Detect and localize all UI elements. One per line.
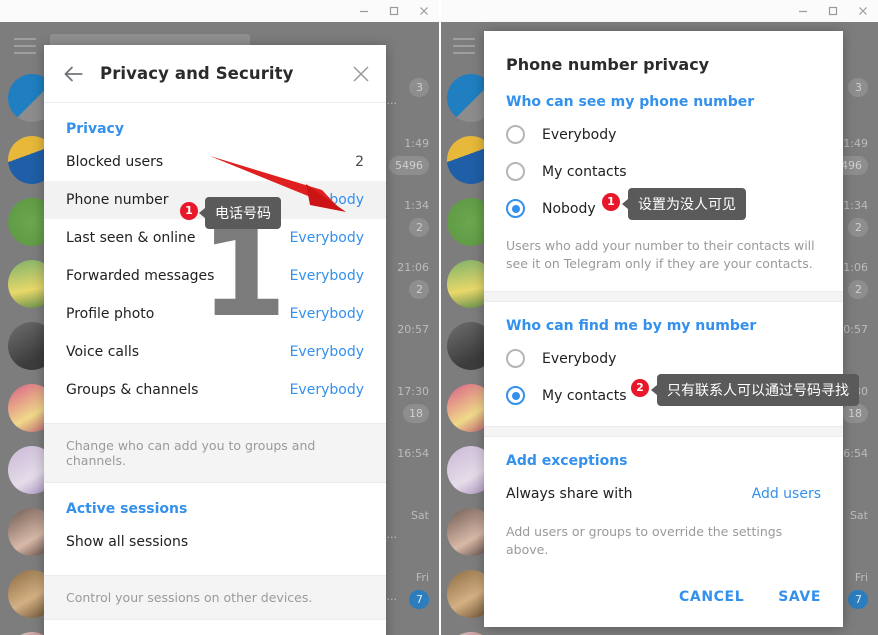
privacy-row-groups-channels[interactable]: Groups & channels Everybody <box>44 371 386 409</box>
privacy-and-security-dialog: Privacy and Security Privacy Blocked use… <box>44 45 386 635</box>
dialog-body: Privacy Blocked users 2 Phone number Nobody… <box>44 103 386 620</box>
row-value[interactable]: Everybody <box>290 306 364 322</box>
maximize-icon[interactable] <box>818 0 848 22</box>
unread-badge: 18 <box>403 404 429 423</box>
privacy-row-blocked-users[interactable]: Blocked users 2 <box>44 143 386 181</box>
add-users-link[interactable]: Add users <box>752 486 821 502</box>
row-label: Profile photo <box>66 306 155 322</box>
row-label: Forwarded messages <box>66 268 215 284</box>
row-value[interactable]: 2 <box>355 154 364 170</box>
dialog-footer-buttons: CANCEL SAVE <box>675 583 825 611</box>
row-show-all-sessions[interactable]: Show all sessions <box>44 523 386 561</box>
list-item[interactable]: Fri <box>439 626 878 635</box>
section-heading-active-sessions[interactable]: Active sessions <box>44 483 386 523</box>
titlebar-left <box>0 0 439 22</box>
who-can-find-radio-group[interactable]: Everybody My contacts <box>484 340 843 414</box>
dialog-title: Phone number privacy <box>506 55 710 74</box>
row-value[interactable]: Everybody <box>290 268 364 284</box>
row-label: Last seen & online <box>66 230 196 246</box>
unread-badge: 5496 <box>389 156 429 175</box>
unread-badge: 2 <box>848 218 868 237</box>
unread-badge: 18 <box>842 404 868 423</box>
hamburger-menu-icon[interactable] <box>453 38 475 54</box>
chat-snippet: ... <box>386 590 398 603</box>
row-label: Show all sessions <box>66 534 189 550</box>
telegram-window-right: 3e...1:4954961:34221:06220:5717:301816:5… <box>439 0 878 635</box>
section-heading-who-can-find: Who can find me by my number <box>506 318 757 334</box>
radio-option-my-contacts[interactable]: My contacts <box>484 153 843 190</box>
sessions-info-text: Control your sessions on other devices. <box>44 575 386 620</box>
hamburger-menu-icon[interactable] <box>14 38 36 54</box>
privacy-row-last-seen-online[interactable]: Last seen & online Everybody <box>44 219 386 257</box>
page-title: Privacy and Security <box>100 64 294 83</box>
radio-button-icon[interactable] <box>506 162 525 181</box>
section-divider-2 <box>484 426 843 437</box>
groups-info-text: Change who can add you to groups and cha… <box>44 423 386 483</box>
exceptions-help-text: Add users or groups to override the sett… <box>506 524 783 557</box>
privacy-settings-list: Blocked users 2 Phone number Nobody Last see… <box>44 143 386 409</box>
radio-button-icon[interactable] <box>506 386 525 405</box>
privacy-row-phone-number[interactable]: Phone number Nobody <box>44 181 386 219</box>
privacy-row-profile-photo[interactable]: Profile photo Everybody <box>44 295 386 333</box>
maximize-icon[interactable] <box>379 0 409 22</box>
radio-button-icon[interactable] <box>506 125 525 144</box>
section-heading-add-exceptions: Add exceptions <box>506 453 628 469</box>
back-arrow-icon[interactable] <box>60 61 86 87</box>
section-divider <box>484 291 843 302</box>
radio-button-icon[interactable] <box>506 349 525 368</box>
unread-badge: 2 <box>848 280 868 299</box>
telegram-window-left: 3 e... 1:49 5496 1:34 2 21:06 2 20:57 17:30 18 16:5… <box>0 0 439 635</box>
radio-option-my-contacts[interactable]: My contacts <box>484 377 843 414</box>
row-label: Blocked users <box>66 154 164 170</box>
titlebar-right <box>439 0 878 22</box>
radio-button-icon[interactable] <box>506 199 525 218</box>
phone-number-privacy-dialog: Phone number privacy Who can see my phon… <box>484 31 843 627</box>
minimize-icon[interactable] <box>349 0 379 22</box>
radio-option-nobody[interactable]: Nobody <box>484 190 843 227</box>
radio-option-everybody[interactable]: Everybody <box>484 340 843 377</box>
who-can-see-radio-group[interactable]: Everybody My contacts Nobody <box>484 116 843 227</box>
row-value[interactable]: Everybody <box>290 230 364 246</box>
screenshot-root: 3 e... 1:49 5496 1:34 2 21:06 2 20:57 17:30 18 16:5… <box>0 0 878 635</box>
row-label: Groups & channels <box>66 382 199 398</box>
close-icon[interactable] <box>848 0 878 22</box>
unread-badge: 7 <box>409 590 429 609</box>
save-button[interactable]: SAVE <box>774 583 825 611</box>
row-value[interactable]: Nobody <box>310 192 364 208</box>
section-heading-privacy: Privacy <box>66 121 124 137</box>
minimize-icon[interactable] <box>788 0 818 22</box>
unread-badge: 7 <box>848 590 868 609</box>
dialog-header: Privacy and Security <box>44 45 386 103</box>
row-value[interactable]: Everybody <box>290 382 364 398</box>
radio-option-label: Nobody <box>542 200 596 217</box>
close-icon[interactable] <box>350 63 372 85</box>
row-label: Voice calls <box>66 344 140 360</box>
close-icon[interactable] <box>409 0 439 22</box>
unread-badge: 2 <box>409 218 429 237</box>
who-can-see-help-text: Users who add your number to their conta… <box>506 238 815 271</box>
row-label: Phone number <box>66 192 169 208</box>
row-label: Always share with <box>506 486 633 502</box>
unread-badge: 2 <box>409 280 429 299</box>
privacy-row-forwarded-messages[interactable]: Forwarded messages Everybody <box>44 257 386 295</box>
privacy-row-voice-calls[interactable]: Voice calls Everybody <box>44 333 386 371</box>
radio-option-label: Everybody <box>542 350 617 367</box>
cancel-button[interactable]: CANCEL <box>675 583 748 611</box>
radio-option-everybody[interactable]: Everybody <box>484 116 843 153</box>
row-value[interactable]: Everybody <box>290 344 364 360</box>
row-always-share-with[interactable]: Always share with Add users <box>484 475 843 513</box>
unread-badge: 3 <box>848 78 868 97</box>
unread-badge: 3 <box>409 78 429 97</box>
radio-option-label: My contacts <box>542 387 627 404</box>
radio-option-label: Everybody <box>542 126 617 143</box>
section-heading-who-can-see: Who can see my phone number <box>506 94 755 110</box>
radio-option-label: My contacts <box>542 163 627 180</box>
